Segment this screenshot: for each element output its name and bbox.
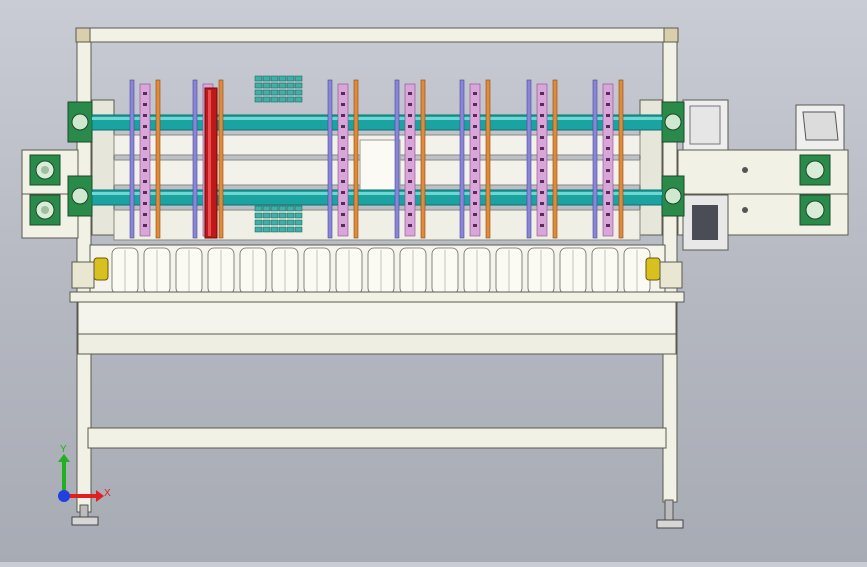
roller-segment xyxy=(143,247,171,295)
roller-segment xyxy=(527,247,555,295)
roller-segment xyxy=(175,247,203,295)
roller-segment xyxy=(111,247,139,295)
gear-stack-upper xyxy=(254,75,303,103)
roller-segment xyxy=(239,247,267,295)
lower-frame xyxy=(69,291,685,449)
roller-segment xyxy=(335,247,363,295)
roller-segment xyxy=(303,247,331,295)
roller-segment xyxy=(399,247,427,295)
right-drive-housing xyxy=(677,99,849,251)
roller-segment xyxy=(495,247,523,295)
machine-model[interactable]: X Y xyxy=(0,0,867,562)
roller-segment xyxy=(463,247,491,295)
axis-y-label: Y xyxy=(60,444,67,455)
roller-segment xyxy=(431,247,459,295)
roller-segment xyxy=(591,247,619,295)
left-foot xyxy=(71,504,99,526)
lower-shaft xyxy=(91,189,663,206)
roller-segment xyxy=(271,247,299,295)
right-foot xyxy=(656,499,684,529)
roller-bank xyxy=(89,244,666,298)
red-drive-wheel xyxy=(204,87,218,239)
cad-viewport[interactable]: X Y xyxy=(0,0,867,562)
roller-segment xyxy=(207,247,235,295)
upper-shaft xyxy=(91,114,663,131)
roller-segment xyxy=(367,247,395,295)
roller-segment xyxy=(559,247,587,295)
top-rail xyxy=(75,27,679,43)
axis-x-label: X xyxy=(104,488,111,499)
